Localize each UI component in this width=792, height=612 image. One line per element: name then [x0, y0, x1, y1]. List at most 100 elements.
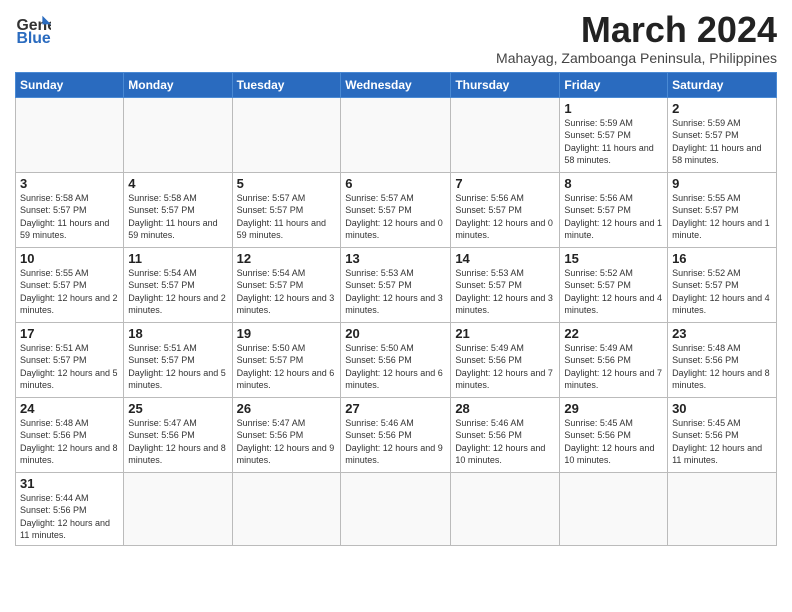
calendar-cell: 29Sunrise: 5:45 AM Sunset: 5:56 PM Dayli… — [560, 397, 668, 472]
calendar-cell: 8Sunrise: 5:56 AM Sunset: 5:57 PM Daylig… — [560, 172, 668, 247]
day-info: Sunrise: 5:56 AM Sunset: 5:57 PM Dayligh… — [564, 192, 663, 242]
svg-text:Blue: Blue — [16, 30, 50, 46]
day-info: Sunrise: 5:49 AM Sunset: 5:56 PM Dayligh… — [455, 342, 555, 392]
calendar-cell: 13Sunrise: 5:53 AM Sunset: 5:57 PM Dayli… — [341, 247, 451, 322]
day-number: 28 — [455, 401, 555, 416]
day-number: 29 — [564, 401, 663, 416]
day-info: Sunrise: 5:59 AM Sunset: 5:57 PM Dayligh… — [672, 117, 772, 167]
calendar-week-row: 17Sunrise: 5:51 AM Sunset: 5:57 PM Dayli… — [16, 322, 777, 397]
day-info: Sunrise: 5:48 AM Sunset: 5:56 PM Dayligh… — [672, 342, 772, 392]
day-info: Sunrise: 5:46 AM Sunset: 5:56 PM Dayligh… — [455, 417, 555, 467]
day-info: Sunrise: 5:55 AM Sunset: 5:57 PM Dayligh… — [20, 267, 119, 317]
day-number: 4 — [128, 176, 227, 191]
day-info: Sunrise: 5:46 AM Sunset: 5:56 PM Dayligh… — [345, 417, 446, 467]
calendar-cell — [124, 472, 232, 545]
day-info: Sunrise: 5:51 AM Sunset: 5:57 PM Dayligh… — [128, 342, 227, 392]
day-number: 16 — [672, 251, 772, 266]
calendar-cell: 18Sunrise: 5:51 AM Sunset: 5:57 PM Dayli… — [124, 322, 232, 397]
day-info: Sunrise: 5:56 AM Sunset: 5:57 PM Dayligh… — [455, 192, 555, 242]
calendar-cell — [560, 472, 668, 545]
location-title: Mahayag, Zamboanga Peninsula, Philippine… — [496, 50, 777, 66]
calendar-cell: 14Sunrise: 5:53 AM Sunset: 5:57 PM Dayli… — [451, 247, 560, 322]
day-number: 11 — [128, 251, 227, 266]
day-info: Sunrise: 5:53 AM Sunset: 5:57 PM Dayligh… — [345, 267, 446, 317]
page-header: General Blue March 2024 Mahayag, Zamboan… — [15, 10, 777, 66]
day-info: Sunrise: 5:45 AM Sunset: 5:56 PM Dayligh… — [564, 417, 663, 467]
calendar-cell: 16Sunrise: 5:52 AM Sunset: 5:57 PM Dayli… — [668, 247, 777, 322]
calendar-cell: 1Sunrise: 5:59 AM Sunset: 5:57 PM Daylig… — [560, 97, 668, 172]
calendar-cell: 4Sunrise: 5:58 AM Sunset: 5:57 PM Daylig… — [124, 172, 232, 247]
calendar-cell: 20Sunrise: 5:50 AM Sunset: 5:56 PM Dayli… — [341, 322, 451, 397]
day-info: Sunrise: 5:57 AM Sunset: 5:57 PM Dayligh… — [237, 192, 337, 242]
calendar-cell: 21Sunrise: 5:49 AM Sunset: 5:56 PM Dayli… — [451, 322, 560, 397]
calendar-cell: 25Sunrise: 5:47 AM Sunset: 5:56 PM Dayli… — [124, 397, 232, 472]
weekday-header-thursday: Thursday — [451, 72, 560, 97]
day-number: 3 — [20, 176, 119, 191]
calendar-week-row: 3Sunrise: 5:58 AM Sunset: 5:57 PM Daylig… — [16, 172, 777, 247]
weekday-header-monday: Monday — [124, 72, 232, 97]
day-number: 23 — [672, 326, 772, 341]
day-info: Sunrise: 5:49 AM Sunset: 5:56 PM Dayligh… — [564, 342, 663, 392]
day-info: Sunrise: 5:53 AM Sunset: 5:57 PM Dayligh… — [455, 267, 555, 317]
calendar-cell: 24Sunrise: 5:48 AM Sunset: 5:56 PM Dayli… — [16, 397, 124, 472]
day-number: 22 — [564, 326, 663, 341]
calendar-cell — [451, 97, 560, 172]
day-info: Sunrise: 5:52 AM Sunset: 5:57 PM Dayligh… — [564, 267, 663, 317]
day-info: Sunrise: 5:54 AM Sunset: 5:57 PM Dayligh… — [128, 267, 227, 317]
calendar-cell — [668, 472, 777, 545]
calendar-week-row: 31Sunrise: 5:44 AM Sunset: 5:56 PM Dayli… — [16, 472, 777, 545]
calendar-cell: 15Sunrise: 5:52 AM Sunset: 5:57 PM Dayli… — [560, 247, 668, 322]
day-number: 30 — [672, 401, 772, 416]
weekday-header-sunday: Sunday — [16, 72, 124, 97]
weekday-header-wednesday: Wednesday — [341, 72, 451, 97]
calendar-cell: 26Sunrise: 5:47 AM Sunset: 5:56 PM Dayli… — [232, 397, 341, 472]
day-info: Sunrise: 5:50 AM Sunset: 5:57 PM Dayligh… — [237, 342, 337, 392]
day-number: 6 — [345, 176, 446, 191]
day-info: Sunrise: 5:52 AM Sunset: 5:57 PM Dayligh… — [672, 267, 772, 317]
calendar-cell: 9Sunrise: 5:55 AM Sunset: 5:57 PM Daylig… — [668, 172, 777, 247]
calendar-cell: 30Sunrise: 5:45 AM Sunset: 5:56 PM Dayli… — [668, 397, 777, 472]
weekday-header-friday: Friday — [560, 72, 668, 97]
calendar-cell — [232, 472, 341, 545]
calendar-cell: 11Sunrise: 5:54 AM Sunset: 5:57 PM Dayli… — [124, 247, 232, 322]
day-info: Sunrise: 5:59 AM Sunset: 5:57 PM Dayligh… — [564, 117, 663, 167]
day-number: 12 — [237, 251, 337, 266]
calendar-cell: 23Sunrise: 5:48 AM Sunset: 5:56 PM Dayli… — [668, 322, 777, 397]
calendar-cell — [232, 97, 341, 172]
day-number: 14 — [455, 251, 555, 266]
day-info: Sunrise: 5:54 AM Sunset: 5:57 PM Dayligh… — [237, 267, 337, 317]
day-info: Sunrise: 5:58 AM Sunset: 5:57 PM Dayligh… — [20, 192, 119, 242]
day-number: 31 — [20, 476, 119, 491]
calendar-cell: 17Sunrise: 5:51 AM Sunset: 5:57 PM Dayli… — [16, 322, 124, 397]
calendar-cell — [341, 97, 451, 172]
day-number: 2 — [672, 101, 772, 116]
calendar-cell: 19Sunrise: 5:50 AM Sunset: 5:57 PM Dayli… — [232, 322, 341, 397]
day-number: 20 — [345, 326, 446, 341]
day-number: 13 — [345, 251, 446, 266]
day-info: Sunrise: 5:57 AM Sunset: 5:57 PM Dayligh… — [345, 192, 446, 242]
day-info: Sunrise: 5:51 AM Sunset: 5:57 PM Dayligh… — [20, 342, 119, 392]
day-number: 1 — [564, 101, 663, 116]
day-number: 18 — [128, 326, 227, 341]
day-info: Sunrise: 5:47 AM Sunset: 5:56 PM Dayligh… — [128, 417, 227, 467]
day-info: Sunrise: 5:48 AM Sunset: 5:56 PM Dayligh… — [20, 417, 119, 467]
day-number: 5 — [237, 176, 337, 191]
day-number: 15 — [564, 251, 663, 266]
calendar-cell — [124, 97, 232, 172]
month-title: March 2024 — [496, 10, 777, 50]
weekday-header-saturday: Saturday — [668, 72, 777, 97]
logo-icon: General Blue — [15, 10, 51, 46]
calendar-cell: 2Sunrise: 5:59 AM Sunset: 5:57 PM Daylig… — [668, 97, 777, 172]
weekday-header-row: SundayMondayTuesdayWednesdayThursdayFrid… — [16, 72, 777, 97]
calendar-cell — [451, 472, 560, 545]
day-info: Sunrise: 5:50 AM Sunset: 5:56 PM Dayligh… — [345, 342, 446, 392]
day-info: Sunrise: 5:55 AM Sunset: 5:57 PM Dayligh… — [672, 192, 772, 242]
logo: General Blue — [15, 10, 51, 46]
calendar-week-row: 10Sunrise: 5:55 AM Sunset: 5:57 PM Dayli… — [16, 247, 777, 322]
calendar-cell — [341, 472, 451, 545]
day-number: 17 — [20, 326, 119, 341]
day-info: Sunrise: 5:58 AM Sunset: 5:57 PM Dayligh… — [128, 192, 227, 242]
calendar-cell: 27Sunrise: 5:46 AM Sunset: 5:56 PM Dayli… — [341, 397, 451, 472]
calendar-cell: 10Sunrise: 5:55 AM Sunset: 5:57 PM Dayli… — [16, 247, 124, 322]
day-number: 9 — [672, 176, 772, 191]
